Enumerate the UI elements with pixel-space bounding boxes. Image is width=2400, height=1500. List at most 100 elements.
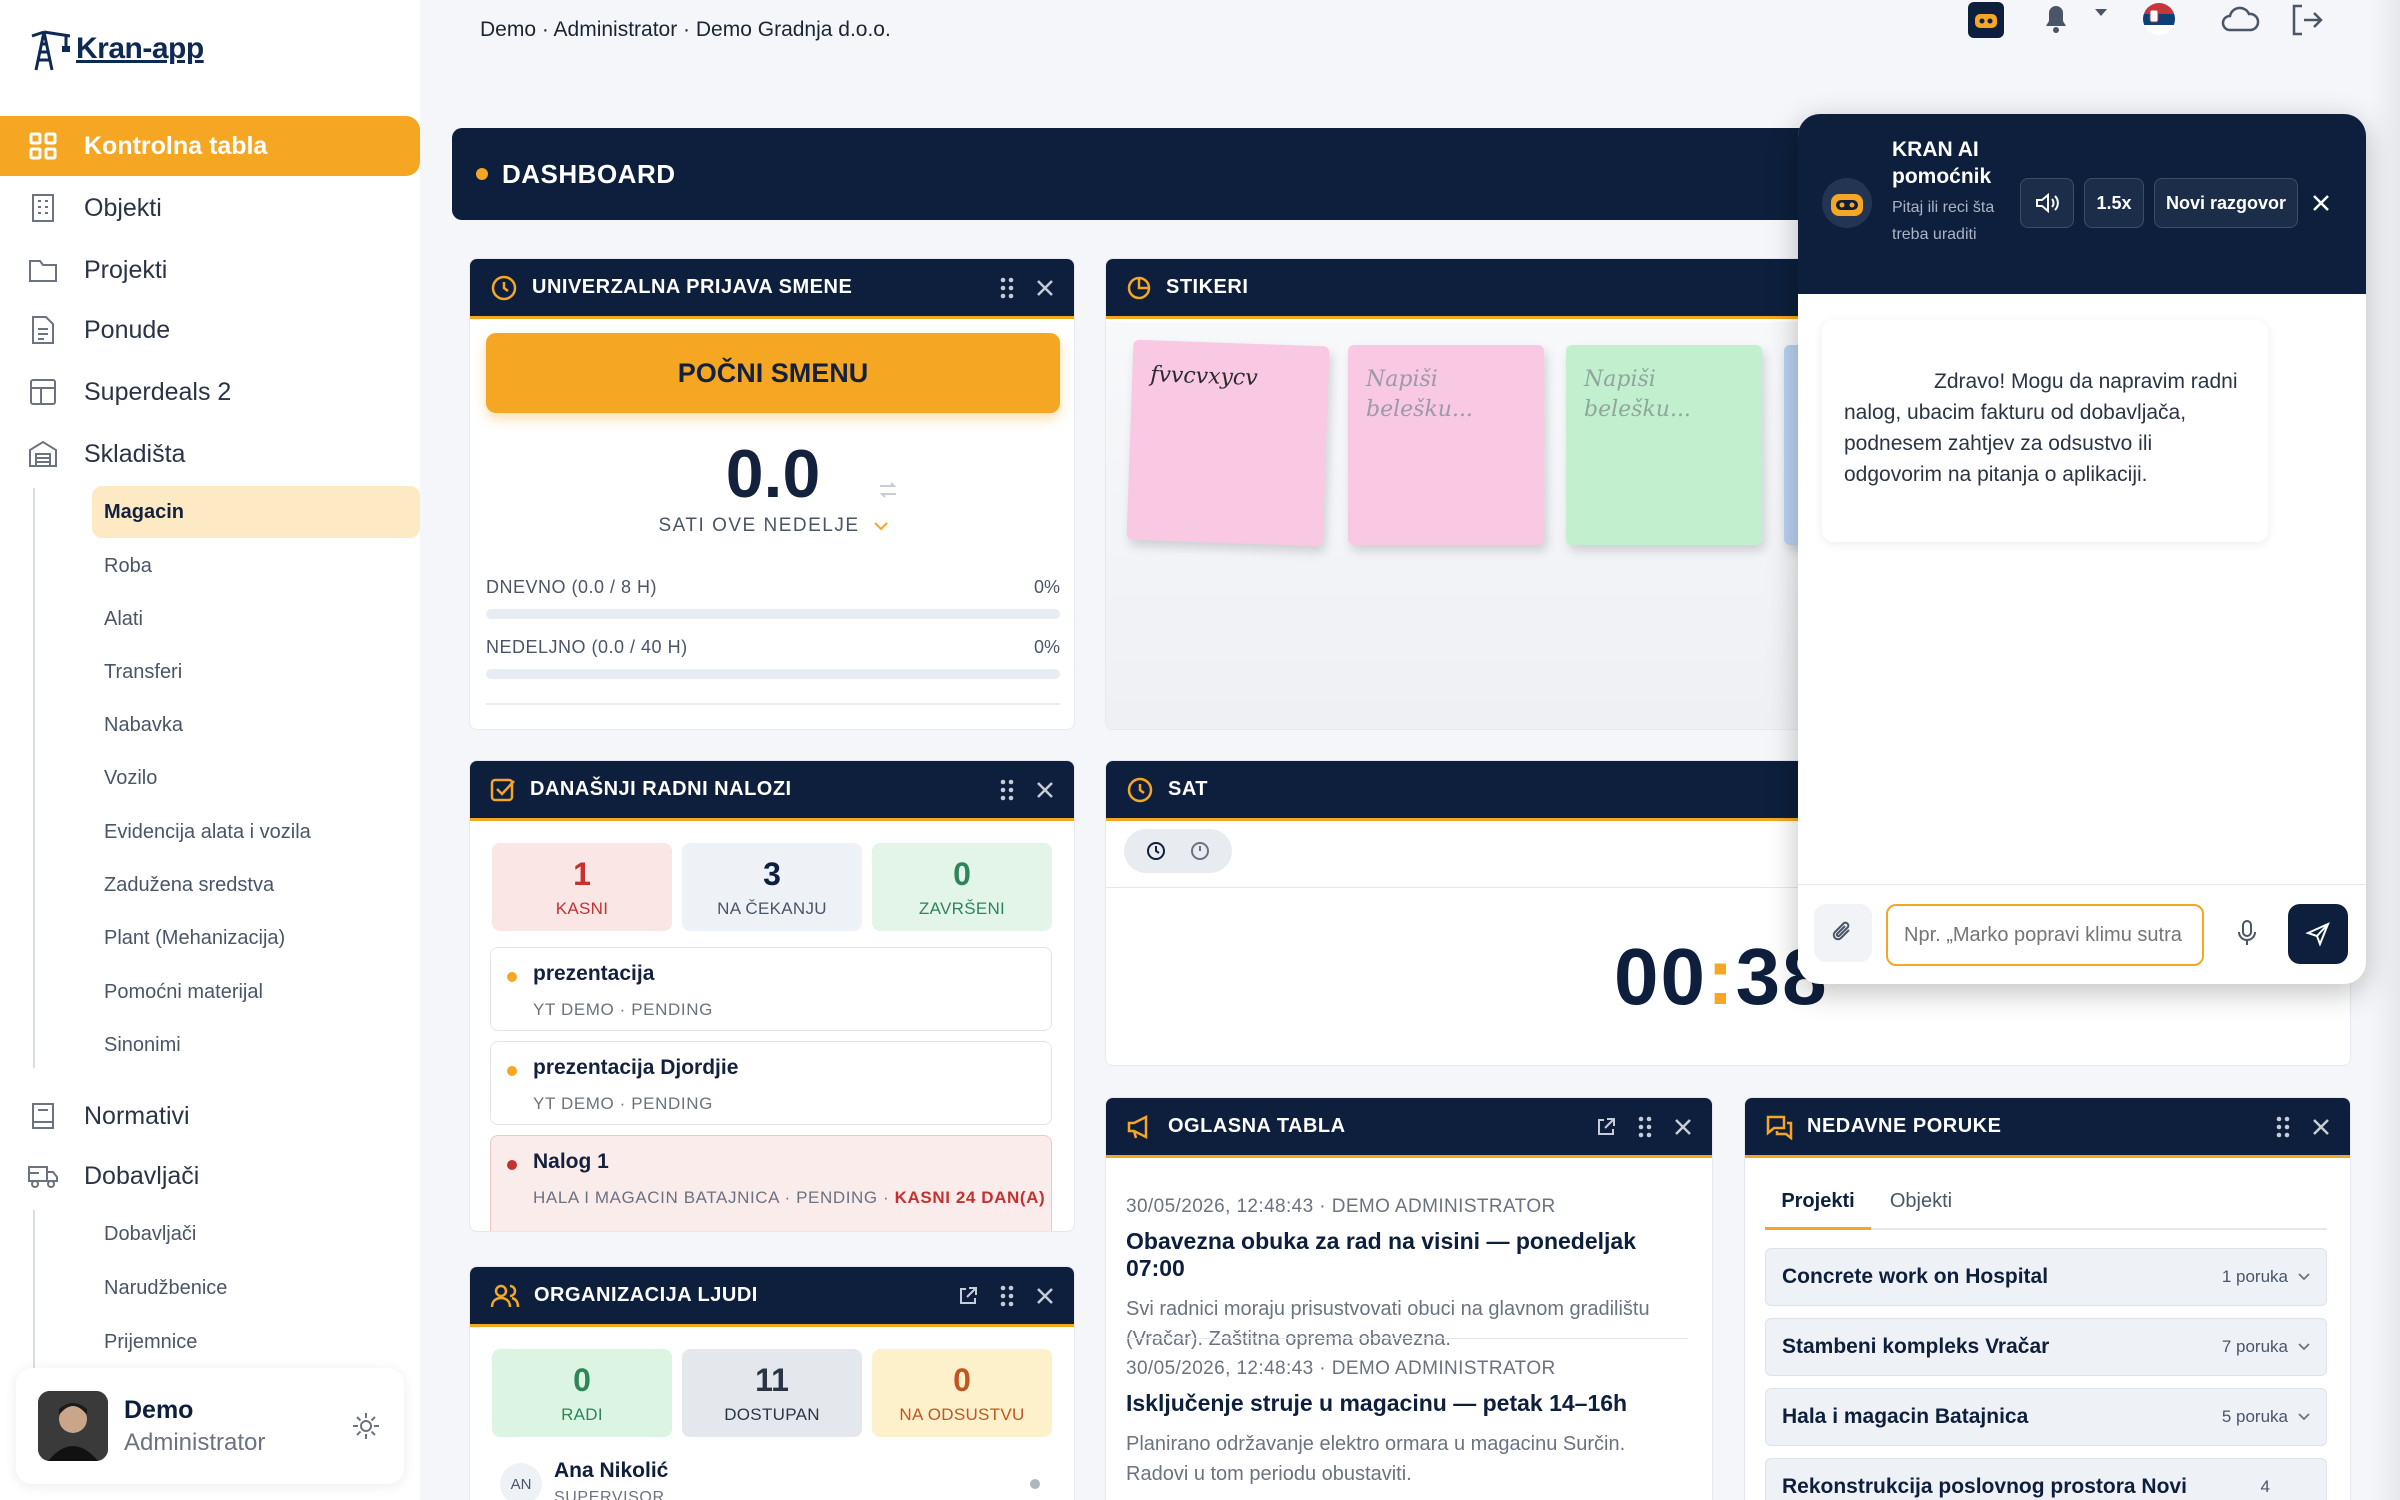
stat-label: NA ODSUSTVU: [899, 1404, 1025, 1424]
daily-progress: [486, 609, 1060, 619]
logout-icon[interactable]: [2288, 2, 2324, 38]
sub-item-sinonimi[interactable]: Sinonimi: [92, 1019, 181, 1071]
close-icon[interactable]: [2312, 1118, 2330, 1136]
stat-label: DOSTUPAN: [724, 1404, 820, 1424]
sub-item-prijemnice[interactable]: Prijemnice: [92, 1316, 197, 1368]
speed-button[interactable]: 1.5x: [2084, 178, 2144, 228]
bell-icon[interactable]: [2038, 0, 2074, 36]
pending-stat[interactable]: 3 NA ČEKANJU: [682, 843, 862, 931]
breadcrumb: Demo · Administrator · Demo Gradnja d.o.…: [480, 18, 891, 41]
sidebar-item-objects[interactable]: Objekti: [0, 178, 420, 238]
sub-item-vozilo[interactable]: Vozilo: [92, 752, 157, 804]
working-stat[interactable]: 0 RADI: [492, 1349, 672, 1437]
send-icon: [2305, 921, 2331, 947]
robot-icon[interactable]: [1968, 2, 2004, 38]
tab-projects[interactable]: Projekti: [1765, 1190, 1871, 1230]
late-stat[interactable]: 1 KASNI: [492, 843, 672, 931]
clock-mode-toggle[interactable]: [1124, 829, 1232, 873]
stat-value: 1: [573, 855, 591, 892]
message-thread-row[interactable]: Hala i magacin Batajnica 5 poruka: [1765, 1388, 2327, 1446]
sub-item-dobavljaci[interactable]: Dobavljači: [92, 1208, 196, 1260]
sub-item-zaduzena[interactable]: Zadužena sredstva: [92, 859, 274, 911]
done-stat[interactable]: 0 ZAVRŠENI: [872, 843, 1052, 931]
announcement-title: Isključenje struje u magacinu — petak 14…: [1126, 1390, 1628, 1416]
message-thread-row[interactable]: Stambeni kompleks Vračar 7 poruka: [1765, 1318, 2327, 1376]
sidebar-item-superdeals[interactable]: Superdeals 2: [0, 362, 420, 422]
message-thread-row[interactable]: Concrete work on Hospital 1 poruka: [1765, 1248, 2327, 1306]
sticky-note[interactable]: fvvcvxycv: [1126, 339, 1330, 547]
close-icon[interactable]: [1036, 1287, 1054, 1305]
sticky-note[interactable]: Napiši belešku...: [1348, 345, 1544, 545]
tab-objects[interactable]: Objekti: [1881, 1190, 1961, 1230]
speaker-button[interactable]: [2020, 178, 2074, 228]
sub-item-magacin[interactable]: Magacin: [92, 486, 420, 538]
work-order-item[interactable]: prezentacija Djordjie YT DEMO · PENDING: [490, 1041, 1052, 1125]
announcement[interactable]: 30/05/2026, 12:48:43 · DEMO ADMINISTRATO…: [1126, 1196, 1688, 1354]
sidebar-item-projects[interactable]: Projekti: [0, 240, 420, 300]
sidebar-item-suppliers[interactable]: Dobavljači: [0, 1146, 420, 1206]
digital-clock-icon[interactable]: [1145, 840, 1167, 862]
chevron-down-icon[interactable]: [2094, 8, 2108, 18]
external-link-icon[interactable]: [1596, 1117, 1616, 1137]
sub-item-narudzbenice[interactable]: Narudžbenice: [92, 1262, 227, 1314]
sub-item-nabavka[interactable]: Nabavka: [92, 699, 183, 751]
sub-item-pomocni[interactable]: Pomoćni materijal: [92, 966, 263, 1018]
cloud-sync-icon[interactable]: [2220, 4, 2260, 36]
drag-handle-icon[interactable]: [1000, 277, 1014, 299]
sidebar-item-warehouses[interactable]: Skladišta: [0, 424, 420, 484]
avatar[interactable]: [38, 1391, 108, 1461]
sub-item-plant[interactable]: Plant (Mehanizacija): [92, 912, 285, 964]
work-order-item[interactable]: prezentacija YT DEMO · PENDING: [490, 947, 1052, 1031]
drag-handle-icon[interactable]: [1000, 1285, 1014, 1307]
close-icon[interactable]: [2312, 194, 2330, 212]
sidebar-item-offers[interactable]: Ponude: [0, 300, 420, 360]
chat-input[interactable]: [1886, 904, 2204, 966]
settings-gear-icon[interactable]: [350, 1410, 382, 1442]
person-name[interactable]: Ana Nikolić: [554, 1459, 668, 1483]
available-stat[interactable]: 11 DOSTUPAN: [682, 1349, 862, 1437]
send-button[interactable]: [2288, 904, 2348, 964]
robot-avatar-icon: [1820, 176, 1874, 230]
announcement[interactable]: 30/05/2026, 12:48:43 · DEMO ADMINISTRATO…: [1126, 1358, 1688, 1489]
brand-logo[interactable]: Kran-app: [28, 26, 204, 72]
page-edge-shadow: [2370, 0, 2400, 1500]
work-order-item-late[interactable]: Nalog 1 HALA I MAGACIN BATAJNICA · PENDI…: [490, 1135, 1052, 1231]
chevron-down-icon[interactable]: [873, 521, 888, 531]
new-chat-button[interactable]: Novi razgovor: [2154, 178, 2298, 228]
clock-icon: [490, 274, 518, 302]
absent-stat[interactable]: 0 NA ODSUSTVU: [872, 1349, 1052, 1437]
sub-item-alati[interactable]: Alati: [92, 593, 143, 645]
sidebar-item-label: Projekti: [84, 255, 168, 284]
microphone-button[interactable]: [2218, 904, 2276, 962]
order-title: prezentacija Djordjie: [533, 1056, 739, 1079]
drag-handle-icon[interactable]: [2276, 1116, 2290, 1138]
shift-widget: UNIVERZALNA PRIJAVA SMENE POČNI SMENU 0.…: [469, 258, 1075, 730]
sidebar-item-norms[interactable]: Normativi: [0, 1086, 420, 1146]
drag-handle-icon[interactable]: [1638, 1116, 1652, 1138]
close-icon[interactable]: [1674, 1118, 1692, 1136]
serbia-flag-icon[interactable]: [2142, 2, 2176, 36]
megaphone-icon: [1126, 1114, 1154, 1140]
thread-name: Concrete work on Hospital: [1782, 1265, 2049, 1288]
status-dot: [507, 1066, 517, 1076]
thread-count: 5 poruka: [2221, 1407, 2288, 1426]
analog-clock-icon[interactable]: [1189, 840, 1211, 862]
attach-button[interactable]: [1814, 904, 1872, 962]
drag-handle-icon[interactable]: [1000, 779, 1014, 801]
weekly-hours-label: SATI OVE NEDELJE: [658, 515, 860, 536]
close-icon[interactable]: [1036, 279, 1054, 297]
start-shift-button[interactable]: POČNI SMENU: [486, 333, 1060, 413]
message-thread-row[interactable]: Rekonstrukcija poslovnog prostora Novi 4: [1765, 1458, 2327, 1500]
swap-icon[interactable]: [878, 481, 898, 499]
sticky-note[interactable]: Napiši belešku...: [1566, 345, 1762, 545]
sidebar-item-label: Superdeals 2: [84, 377, 232, 406]
sub-item-transferi[interactable]: Transferi: [92, 646, 182, 698]
stat-value: 11: [755, 1361, 789, 1398]
sidebar-item-dashboard[interactable]: Kontrolna tabla: [0, 116, 420, 176]
sub-item-roba[interactable]: Roba: [92, 540, 152, 592]
microphone-icon: [2236, 919, 2258, 947]
external-link-icon[interactable]: [958, 1286, 978, 1306]
sub-item-evidencija[interactable]: Evidencija alata i vozila: [92, 806, 311, 858]
close-icon[interactable]: [1036, 781, 1054, 799]
stat-label: KASNI: [555, 898, 609, 918]
